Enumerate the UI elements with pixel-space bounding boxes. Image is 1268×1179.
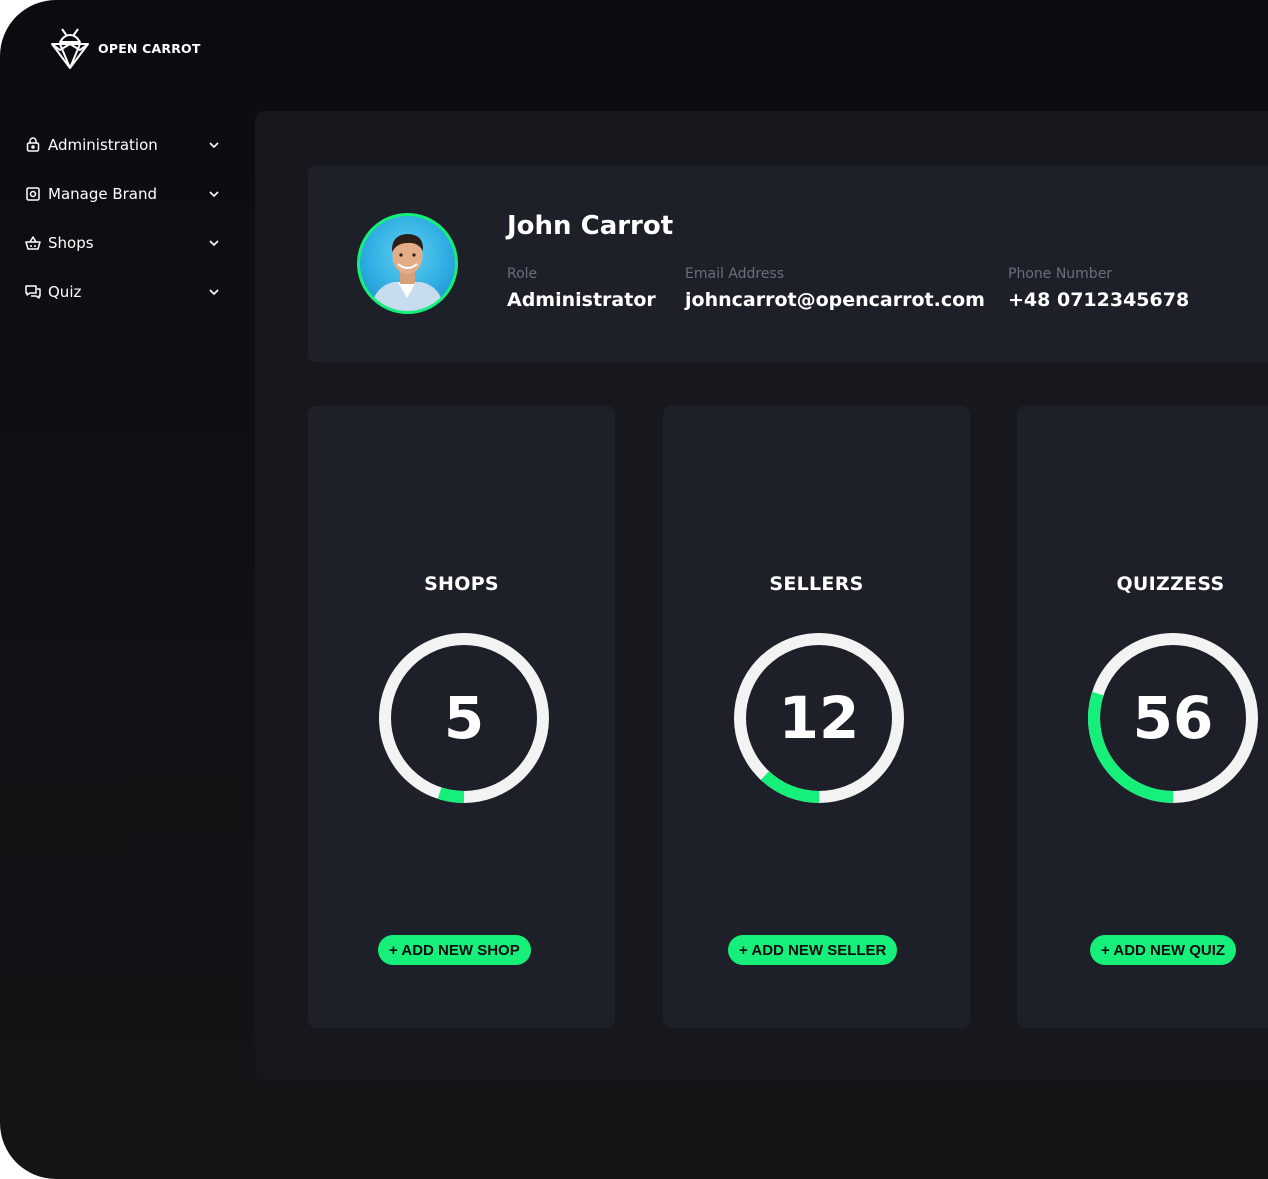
sidebar-item-manage-brand[interactable]: Manage Brand [24,169,220,218]
stat-value: 12 [778,684,860,752]
chevron-down-icon [208,139,220,151]
app-frame: OPEN CARROT Administration Manage Brand [0,0,1268,1179]
stat-title: QUIZZESS [1116,573,1225,595]
add-new-quiz-button[interactable]: + ADD NEW QUIZ [1090,935,1237,965]
sidebar-item-label: Administration [48,135,158,154]
role-value: Administrator [507,289,656,311]
diamond-carrot-logo-icon [51,28,89,69]
stat-title: SELLERS [769,573,864,595]
sidebar-item-label: Manage Brand [48,184,158,203]
sidebar-item-administration[interactable]: Administration [24,120,220,169]
shops-stat-card: SHOPS 5 + ADD NEW SHOP [308,406,615,1028]
chat-icon [24,283,42,301]
email-value[interactable]: johncarrot@opencarrot.com [685,289,985,311]
basket-icon [24,234,42,252]
sellers-stat-card: SELLERS 12 + ADD NEW SELLER [663,406,970,1028]
sidebar-item-quiz[interactable]: Quiz [24,267,220,316]
brand-logo[interactable]: OPEN CARROT [50,26,201,70]
lock-icon [24,136,42,154]
sidebar: Administration Manage Brand Shops Quiz [24,120,220,316]
quizzes-stat-card: QUIZZESS 56 + ADD NEW QUIZ [1017,406,1268,1028]
sidebar-item-label: Shops [48,233,94,252]
brand-name: OPEN CARROT [98,40,201,56]
phone-label: Phone Number [1008,266,1113,282]
role-label: Role [507,266,538,282]
stat-value: 5 [443,684,485,752]
add-new-shop-button[interactable]: + ADD NEW SHOP [378,935,531,965]
chevron-down-icon [208,188,220,200]
stat-title: SHOPS [424,573,499,595]
phone-value[interactable]: +48 0712345678 [1008,289,1189,311]
brand-icon [24,185,42,203]
avatar[interactable] [357,213,458,314]
add-new-seller-button[interactable]: + ADD NEW SELLER [728,935,898,965]
stat-value: 56 [1132,684,1214,752]
user-name: John Carrot [507,211,674,241]
sidebar-item-shops[interactable]: Shops [24,218,220,267]
chevron-down-icon [208,237,220,249]
user-photo-icon [370,234,445,311]
email-label: Email Address [685,266,785,282]
sidebar-item-label: Quiz [48,282,82,301]
chevron-down-icon [208,286,220,298]
